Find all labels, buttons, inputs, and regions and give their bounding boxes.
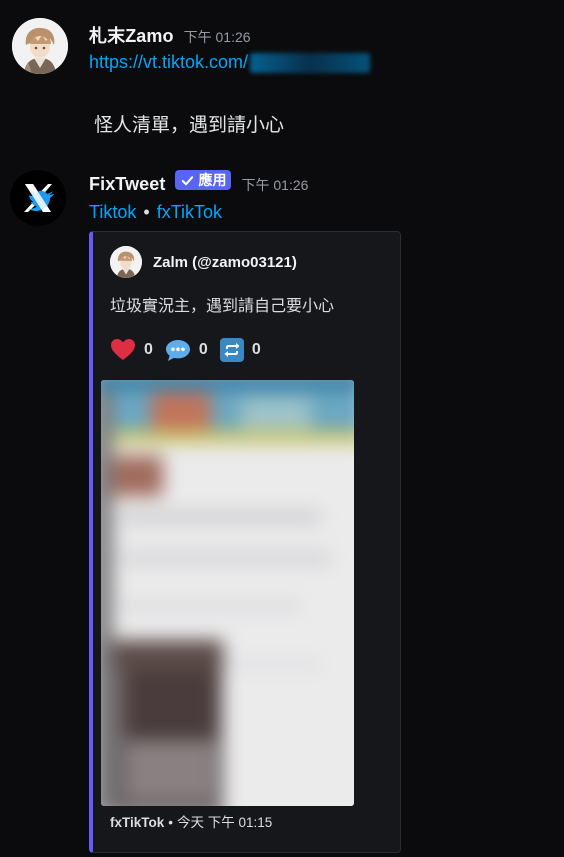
embed-description: 垃圾實況主，遇到請自己要小心 [110,298,335,315]
redacted-link-segment[interactable] [250,52,371,73]
message-zamo: 札末Zamo 下午 01:26 https://vt.tiktok.com/ 怪… [0,0,564,150]
message-text: 怪人清單，遇到請小心 [94,115,285,136]
timestamp[interactable]: 下午 01:26 [241,175,308,195]
retweets-count: 0 [251,341,261,358]
timestamp[interactable]: 下午 01:26 [184,27,251,47]
avatar[interactable] [12,18,68,74]
comments-count: 0 [198,341,208,358]
username[interactable]: 札末Zamo [89,22,174,48]
check-icon [182,175,194,185]
username[interactable]: FixTweet [89,174,165,195]
embed-author-name[interactable]: Zalm (@zamo03121) [153,254,297,271]
embed-stats: 0 0 0 [110,338,265,362]
embed-image-blurred[interactable] [101,380,354,806]
fxtiktok-link[interactable]: fxTikTok [157,202,222,222]
embed-author-avatar[interactable] [110,246,142,278]
tiktok-link[interactable]: Tiktok [89,202,136,222]
likes-count: 0 [144,341,153,358]
footer-time: 今天 下午 01:15 [177,815,273,830]
embed-footer: fxTikTok • 今天 下午 01:15 [110,811,272,831]
chat-area: 札末Zamo 下午 01:26 https://vt.tiktok.com/ 怪… [0,0,564,857]
heart-icon [111,339,135,360]
link-separator: • [143,202,150,222]
tiktok-link[interactable]: https://vt.tiktok.com/ [89,52,248,73]
message-fixtweet: FixTweet 應用 下午 01:26 Tiktok • fxTikTok Z… [0,160,564,857]
avatar[interactable] [10,170,66,226]
embed-card: Zalm (@zamo03121) 垃圾實況主，遇到請自己要小心 0 0 0 f… [89,231,401,853]
app-badge: 應用 [175,170,232,190]
retweet-icon [219,338,244,362]
badge-label: 應用 [198,172,227,188]
speech-bubble-icon [165,340,190,361]
footer-separator: • [168,815,173,830]
footer-name: fxTikTok [110,815,165,830]
